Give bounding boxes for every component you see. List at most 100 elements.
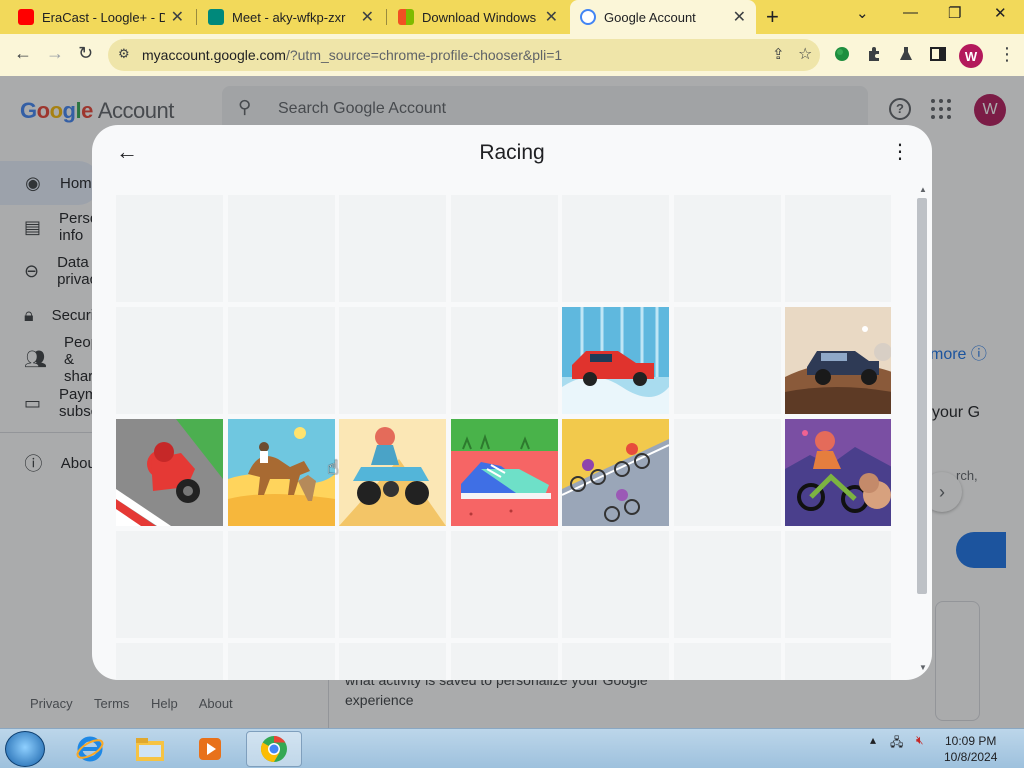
illustration-tile-camel-racing[interactable] <box>228 419 335 526</box>
illustration-grid <box>116 195 891 680</box>
windows-icon <box>398 9 414 25</box>
illustration-tile-placeholder[interactable] <box>674 419 781 526</box>
extension-globe-icon[interactable] <box>834 46 850 62</box>
illustration-tile-placeholder[interactable] <box>674 643 781 680</box>
dialog-title: Racing <box>479 141 545 164</box>
illustration-tile-placeholder[interactable] <box>451 195 558 302</box>
illustration-tile-placeholder[interactable] <box>228 195 335 302</box>
illustration-tile-placeholder[interactable] <box>562 195 669 302</box>
tab-title: Download Windows 1 <box>422 9 539 25</box>
windows-taskbar: ▴ 🖧︎ 🔇︎ 10:09 PM 10/8/2024 <box>0 728 1024 768</box>
illustration-tile-placeholder[interactable] <box>785 531 891 638</box>
illustration-tile-placeholder[interactable] <box>116 195 223 302</box>
side-panel-icon[interactable] <box>930 46 946 62</box>
bookmark-star-icon[interactable]: ☆ <box>798 44 812 64</box>
clock-time: 10:09 PM <box>945 734 997 748</box>
scrollbar-thumb[interactable] <box>917 198 927 594</box>
dialog-scrollbar[interactable]: ▲ ▼ <box>916 185 928 675</box>
tab-separator <box>386 9 387 25</box>
illustration-tile-placeholder[interactable] <box>228 643 335 680</box>
tab-download-windows[interactable]: Download Windows 1 ✕ <box>388 0 568 34</box>
restore-button[interactable]: ❐ <box>948 4 961 22</box>
illustration-tile-dirt-bike[interactable] <box>785 419 891 526</box>
illustration-tile-placeholder[interactable] <box>674 531 781 638</box>
illustration-tile-red-car-wave[interactable] <box>562 307 669 414</box>
internet-explorer-icon <box>76 736 104 762</box>
illustration-tile-placeholder[interactable] <box>785 643 891 680</box>
taskbar-chrome[interactable] <box>246 731 302 767</box>
close-tab-icon[interactable]: ✕ <box>361 7 374 27</box>
illustration-tile-placeholder[interactable] <box>785 195 891 302</box>
minimize-button[interactable]: — <box>903 4 918 21</box>
illustration-tile-placeholder[interactable] <box>228 307 335 414</box>
media-player-icon <box>199 738 221 760</box>
scroll-down-arrow-icon[interactable]: ▼ <box>919 663 927 672</box>
url-text[interactable]: myaccount.google.com/?utm_source=chrome-… <box>142 47 562 63</box>
lab-flask-icon[interactable] <box>898 46 914 62</box>
illustration-tile-placeholder[interactable] <box>228 531 335 638</box>
illustration-tile-placeholder[interactable] <box>674 195 781 302</box>
close-tab-icon[interactable]: ✕ <box>733 7 746 27</box>
forward-icon[interactable]: → <box>46 43 64 64</box>
new-tab-button[interactable]: + <box>766 4 779 30</box>
tab-title: EraCast - Loogle+ - Di <box>42 9 165 25</box>
illustration-tile-placeholder[interactable] <box>339 307 446 414</box>
tab-meet[interactable]: Meet - aky-wfkp-zxr ✕ <box>198 0 384 34</box>
profile-picture-dialog: ← Racing ⋮ ▲ ▼ <box>92 125 932 680</box>
taskbar-file-explorer[interactable] <box>122 731 178 767</box>
camel-racing-illustration <box>228 419 335 526</box>
illustration-tile-red-motorcycle[interactable] <box>116 419 223 526</box>
tab-search-icon[interactable]: ⌄ <box>856 4 869 22</box>
illustration-tile-placeholder[interactable] <box>116 643 223 680</box>
extensions-puzzle-icon[interactable] <box>866 46 882 62</box>
address-bar[interactable]: ⚙ myaccount.google.com/?utm_source=chrom… <box>108 39 820 71</box>
share-icon[interactable]: ⇪ <box>772 45 785 63</box>
illustration-tile-cyclists[interactable] <box>562 419 669 526</box>
chrome-icon <box>260 735 287 763</box>
illustration-tile-placeholder[interactable] <box>116 531 223 638</box>
system-clock[interactable]: 10:09 PM 10/8/2024 <box>944 733 997 765</box>
meet-icon <box>208 9 224 25</box>
start-button[interactable] <box>5 731 45 767</box>
show-hidden-icons[interactable]: ▴ <box>870 733 876 747</box>
illustration-tile-placeholder[interactable] <box>451 643 558 680</box>
illustration-tile-placeholder[interactable] <box>674 307 781 414</box>
illustration-tile-atv-quad[interactable] <box>339 419 446 526</box>
volume-muted-icon[interactable]: 🔇︎ <box>916 733 924 748</box>
illustration-tile-placeholder[interactable] <box>562 531 669 638</box>
taskbar-media-player[interactable] <box>182 731 238 767</box>
browser-toolbar: ← → ↻ ⚙ myaccount.google.com/?utm_source… <box>0 34 1024 76</box>
illustration-tile-placeholder[interactable] <box>116 307 223 414</box>
url-path: /?utm_source=chrome-profile-chooser&pli=… <box>285 47 563 63</box>
illustration-tile-running-shoes[interactable] <box>451 419 558 526</box>
illustration-tile-placeholder[interactable] <box>562 643 669 680</box>
red-car-wave-illustration <box>562 307 669 414</box>
illustration-tile-placeholder[interactable] <box>339 531 446 638</box>
site-info-icon[interactable]: ⚙ <box>118 46 130 62</box>
taskbar-internet-explorer[interactable] <box>62 731 118 767</box>
more-options-icon[interactable]: ⋮ <box>890 139 910 164</box>
illustration-tile-placeholder[interactable] <box>451 531 558 638</box>
network-icon[interactable]: 🖧︎ <box>890 733 903 754</box>
folder-icon <box>136 738 164 761</box>
illustration-tile-placeholder[interactable] <box>339 643 446 680</box>
chrome-profile-avatar[interactable]: W <box>959 44 983 68</box>
illustration-tile-rally-car-desert[interactable] <box>785 307 891 414</box>
running-shoes-illustration <box>451 419 558 526</box>
close-tab-icon[interactable]: ✕ <box>545 7 558 27</box>
illustration-tile-placeholder[interactable] <box>339 195 446 302</box>
close-window-button[interactable]: ✕ <box>994 4 1007 22</box>
reload-icon[interactable]: ↻ <box>78 43 93 64</box>
hand-cursor-icon: ☝ <box>327 457 340 479</box>
atv-quad-illustration <box>339 419 446 526</box>
tab-strip: EraCast - Loogle+ - Di ✕ Meet - aky-wfkp… <box>0 0 1024 34</box>
close-tab-icon[interactable]: ✕ <box>171 7 184 27</box>
tab-title: Google Account <box>604 9 696 25</box>
tab-google-account[interactable]: Google Account ✕ <box>570 0 756 34</box>
tab-eracast[interactable]: EraCast - Loogle+ - Di ✕ <box>8 0 194 34</box>
illustration-tile-placeholder[interactable] <box>451 307 558 414</box>
chrome-menu-icon[interactable]: ⋮ <box>998 44 1016 65</box>
cyclists-illustration <box>562 419 669 526</box>
scroll-up-arrow-icon[interactable]: ▲ <box>919 185 927 194</box>
back-icon[interactable]: ← <box>14 43 32 64</box>
